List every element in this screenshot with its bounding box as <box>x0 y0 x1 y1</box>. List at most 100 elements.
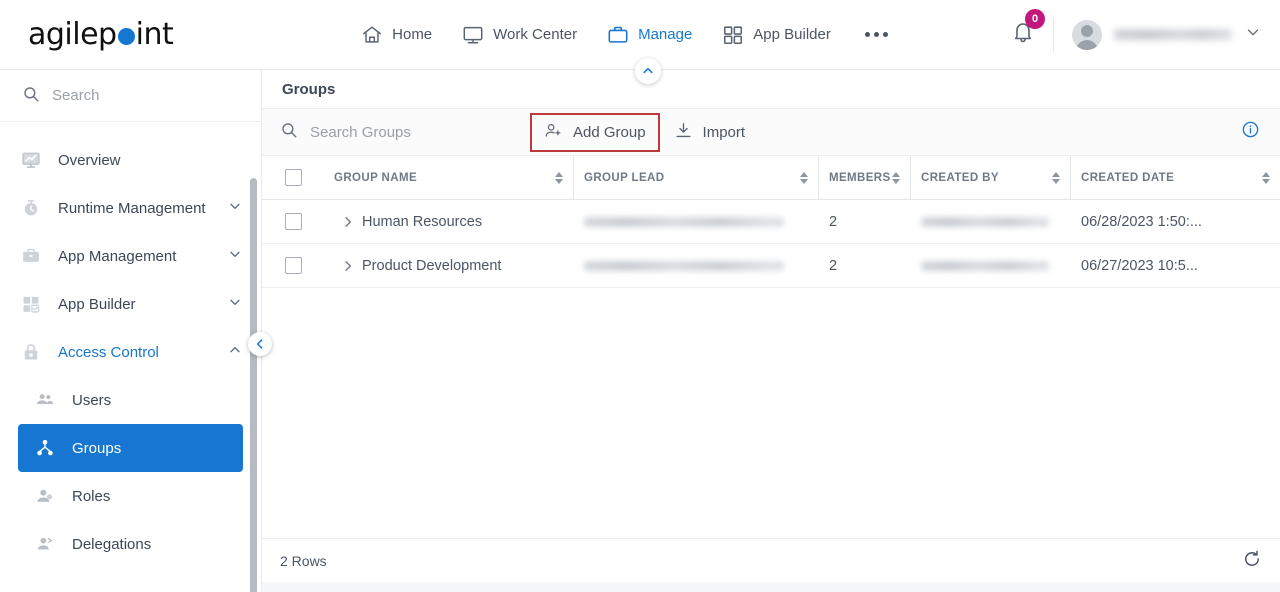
table-row[interactable]: Human Resources 2 06/28/2023 1:50:... <box>262 200 1280 244</box>
select-all-header <box>262 156 324 199</box>
briefcase-icon <box>20 246 42 266</box>
search-groups-input[interactable]: Search Groups <box>280 121 530 143</box>
cell-group-name: Human Resources <box>324 200 574 243</box>
header-created-by[interactable]: CREATED BY <box>911 156 1071 199</box>
group-tree-icon <box>34 438 56 458</box>
expand-row-icon[interactable] <box>334 258 362 274</box>
content-area: Groups Search Groups Add Group Import GR… <box>262 58 1280 592</box>
add-group-button[interactable]: Add Group <box>530 112 660 152</box>
header-group-name-label: GROUP NAME <box>334 171 418 184</box>
groups-table: GROUP NAME GROUP LEAD MEMBERS CREATED BY… <box>262 156 1280 592</box>
sidebar-item-groups[interactable]: Groups <box>18 424 243 472</box>
toolbar: Search Groups Add Group Import <box>262 108 1280 156</box>
app-logo[interactable]: agilep int <box>0 17 260 52</box>
monitor-icon <box>462 24 484 46</box>
sidebar-search[interactable]: Search <box>0 70 261 122</box>
logo-text-before: agilep <box>28 17 117 52</box>
row-checkbox[interactable] <box>284 213 302 230</box>
header-members[interactable]: MEMBERS <box>819 156 911 199</box>
header-created-by-label: CREATED BY <box>921 171 999 184</box>
add-group-label: Add Group <box>573 123 646 141</box>
header-group-lead-label: GROUP LEAD <box>584 171 665 184</box>
cell-created-date: 06/28/2023 1:50:... <box>1081 213 1202 230</box>
chevron-down-icon <box>227 294 243 314</box>
sidebar-item-app-builder-label: App Builder <box>58 295 136 313</box>
nav-item-home[interactable]: Home <box>361 24 432 46</box>
cell-created-by-value <box>921 260 1049 271</box>
select-all-checkbox[interactable] <box>284 169 302 186</box>
nav-item-home-label: Home <box>392 26 433 43</box>
bell-icon <box>1011 23 1035 48</box>
cell-group-lead <box>574 244 819 287</box>
cell-members: 2 <box>829 257 838 274</box>
import-button[interactable]: Import <box>660 113 760 152</box>
nav-item-manage[interactable]: Manage <box>607 24 692 46</box>
sidebar-item-users[interactable]: Users <box>18 376 243 424</box>
user-menu[interactable] <box>1054 19 1262 50</box>
user-name-label <box>1114 29 1232 40</box>
notifications-button[interactable]: 0 <box>993 9 1053 49</box>
cell-created-by <box>911 244 1071 287</box>
search-icon <box>22 85 40 107</box>
sidebar-item-delegations[interactable]: Delegations <box>18 520 243 568</box>
briefcase-icon <box>607 24 629 46</box>
header-group-name[interactable]: GROUP NAME <box>324 156 574 199</box>
sidebar-item-overview[interactable]: Overview <box>0 136 261 184</box>
header-created-date[interactable]: CREATED DATE <box>1071 156 1280 199</box>
cell-created-date: 06/27/2023 10:5... <box>1081 257 1198 274</box>
chevron-up-icon <box>227 342 243 362</box>
collapse-header-button[interactable] <box>635 58 661 84</box>
nav-item-app-builder-label: App Builder <box>753 26 831 43</box>
sort-icon[interactable] <box>555 171 563 184</box>
header-group-lead[interactable]: GROUP LEAD <box>574 156 819 199</box>
cell-members: 2 <box>829 213 838 230</box>
sidebar-item-roles[interactable]: Roles <box>18 472 243 520</box>
nav-item-work-center-label: Work Center <box>493 26 578 43</box>
chevron-down-icon <box>1244 23 1262 46</box>
home-icon <box>361 24 383 46</box>
table-empty-space <box>262 288 1280 538</box>
sidebar-item-delegations-label: Delegations <box>72 535 152 553</box>
sort-icon[interactable] <box>800 171 808 184</box>
sort-icon[interactable] <box>892 171 900 184</box>
analytics-icon <box>20 150 42 170</box>
sidebar-item-access-control-label: Access Control <box>58 343 159 361</box>
sidebar-collapse-handle[interactable] <box>248 332 272 356</box>
table-row[interactable]: Product Development 2 06/27/2023 10:5... <box>262 244 1280 288</box>
more-menu-icon[interactable] <box>861 32 892 37</box>
sidebar-item-roles-label: Roles <box>72 487 111 505</box>
import-label: Import <box>702 123 746 141</box>
logo-text: agilep int <box>28 17 174 52</box>
users-icon <box>34 390 56 410</box>
refresh-icon[interactable] <box>1242 549 1262 572</box>
header-created-date-label: CREATED DATE <box>1081 171 1175 184</box>
sidebar-item-app-builder[interactable]: App Builder <box>0 280 261 328</box>
sidebar-item-overview-label: Overview <box>58 151 121 169</box>
row-select-cell <box>262 244 324 287</box>
sidebar-scrollbar[interactable] <box>250 178 257 592</box>
nav-item-work-center[interactable]: Work Center <box>462 24 577 46</box>
nav-item-app-builder[interactable]: App Builder <box>722 24 831 46</box>
main-navigation: Home Work Center Manage App Builder <box>260 24 993 46</box>
bottom-strip <box>262 582 1280 592</box>
sidebar-item-runtime-management[interactable]: Runtime Management <box>0 184 261 232</box>
sidebar-item-groups-label: Groups <box>72 439 122 457</box>
chevron-up-icon <box>643 67 653 74</box>
sort-icon[interactable] <box>1052 171 1060 184</box>
sidebar-item-access-control[interactable]: Access Control <box>0 328 261 376</box>
row-checkbox[interactable] <box>284 257 302 274</box>
add-user-icon <box>544 121 563 144</box>
sidebar-item-users-label: Users <box>72 391 112 409</box>
sort-icon[interactable] <box>1262 171 1270 184</box>
info-icon[interactable] <box>1241 120 1262 144</box>
cell-group-lead-value <box>584 216 784 227</box>
expand-row-icon[interactable] <box>334 214 362 230</box>
cell-group-name-label: Product Development <box>362 257 502 274</box>
grid-icon <box>722 24 744 46</box>
grid-icon <box>20 294 42 314</box>
cell-created-by <box>911 200 1071 243</box>
logo-dot-icon <box>117 28 135 45</box>
cell-created-by-value <box>921 216 1049 227</box>
notification-count-badge: 0 <box>1025 9 1045 29</box>
sidebar-item-app-management[interactable]: App Management <box>0 232 261 280</box>
